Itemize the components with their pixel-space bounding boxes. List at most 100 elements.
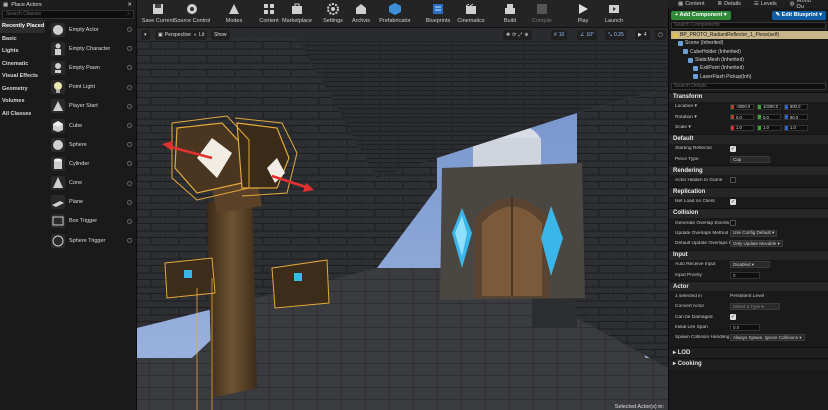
place-actors-tab[interactable]: ▦ Place Actors ✕: [0, 0, 136, 9]
update-method-dropdown[interactable]: Use Config Default ▾: [730, 229, 778, 237]
component-tree-item[interactable]: LaserFlash Pickup(Inh): [671, 72, 828, 80]
component-tree-item[interactable]: CubeHolder (Inherited): [671, 48, 828, 56]
rotation-snap-button[interactable]: ∠ 10°: [577, 30, 598, 40]
info-icon[interactable]: [127, 161, 132, 167]
rotation-x-field[interactable]: 0.0: [730, 114, 754, 121]
actor-item[interactable]: Cone: [47, 174, 135, 193]
actor-item[interactable]: Player Start: [47, 97, 135, 116]
source-control-button[interactable]: Source Control: [172, 1, 212, 27]
category-item[interactable]: Volumes: [0, 95, 45, 108]
input-section-header[interactable]: Input: [669, 249, 828, 260]
info-icon[interactable]: [127, 218, 132, 224]
tab-levels[interactable]: ☰ Levels: [754, 1, 777, 7]
component-tree-item[interactable]: BP_PROTO_RadiantReflector_1_Piece(self): [671, 31, 828, 40]
info-icon[interactable]: [127, 103, 132, 109]
auto-receive-dropdown[interactable]: Disabled ▾: [730, 261, 770, 269]
info-icon[interactable]: [127, 27, 132, 33]
actor-item[interactable]: Empty Pawn: [47, 58, 135, 77]
rotate-icon[interactable]: ⟳: [512, 32, 516, 38]
search-details-input[interactable]: Search Details: [671, 82, 826, 90]
info-icon[interactable]: [127, 199, 132, 205]
viewport-menu-button[interactable]: ▾: [141, 30, 150, 40]
launch-button[interactable]: Launch: [594, 1, 634, 27]
actor-item[interactable]: Cube: [47, 116, 135, 135]
transform-tools[interactable]: ✥ ⟳ ⤢ ⊕: [503, 30, 532, 40]
location-label[interactable]: Location ▾: [675, 104, 730, 109]
prefabricator-button[interactable]: Prefabricator: [373, 1, 417, 27]
life-span-field[interactable]: 0.0: [730, 323, 760, 331]
actor-item[interactable]: Empty Actor: [47, 20, 135, 39]
convert-actor-dropdown[interactable]: Select a Type ▾: [730, 303, 780, 311]
category-item[interactable]: Visual Effects: [0, 70, 45, 83]
scale-z-field[interactable]: 1.0: [784, 124, 808, 131]
actor-item[interactable]: Box Trigger: [47, 212, 135, 231]
rotation-label[interactable]: Rotation ▾: [675, 115, 730, 120]
can-be-damaged-checkbox[interactable]: ✓: [730, 314, 736, 321]
add-component-button[interactable]: + Add Component ▾: [671, 10, 731, 20]
piece-type-dropdown[interactable]: Cap: [730, 155, 770, 163]
edit-blueprint-button[interactable]: ✎ Edit Blueprint ▾: [771, 10, 826, 20]
grid-snap-button[interactable]: # 10: [551, 30, 568, 40]
actor-item[interactable]: Cylinder: [47, 154, 135, 173]
collision-section-header[interactable]: Collision: [669, 207, 828, 218]
cinematics-button[interactable]: Cinematics: [451, 1, 491, 27]
modes-button[interactable]: Modes: [214, 1, 254, 27]
marketplace-button[interactable]: Marketplace: [277, 1, 317, 27]
location-y-field[interactable]: 10290.0: [757, 103, 781, 110]
input-priority-field[interactable]: 0: [730, 271, 760, 279]
replication-section-header[interactable]: Replication: [669, 186, 828, 197]
rotation-z-field[interactable]: 90.0: [784, 114, 808, 121]
scale-icon[interactable]: ⤢: [518, 32, 522, 38]
actor-item[interactable]: Point Light: [47, 78, 135, 97]
rotation-y-field[interactable]: 0.0: [757, 114, 781, 121]
tab-content[interactable]: ▦ Content: [678, 1, 704, 7]
perspective-button[interactable]: ▣ Perspective: [155, 30, 194, 40]
hidden-in-game-checkbox[interactable]: [730, 177, 736, 184]
category-item[interactable]: Recently Placed: [0, 20, 45, 33]
scale-y-field[interactable]: 1.0: [757, 124, 781, 131]
compile-button[interactable]: Compile: [522, 1, 562, 27]
component-tree-item[interactable]: Scene (Inherited): [671, 39, 828, 47]
rendering-section-header[interactable]: Rendering: [669, 165, 828, 176]
info-icon[interactable]: [127, 46, 132, 52]
actor-item[interactable]: Sphere Trigger: [47, 231, 135, 250]
component-tree-item[interactable]: StaticMesh (Inherited): [671, 56, 828, 64]
transform-section-header[interactable]: Transform: [669, 91, 828, 102]
info-icon[interactable]: [127, 142, 132, 148]
actor-item[interactable]: Sphere: [47, 135, 135, 154]
category-item[interactable]: All Classes: [0, 108, 45, 121]
search-components-input[interactable]: Search Components: [671, 22, 826, 29]
scale-x-field[interactable]: 1.0: [730, 124, 754, 131]
category-item[interactable]: Lights: [0, 45, 45, 58]
lod-section-header[interactable]: ▸ LOD: [669, 346, 828, 358]
info-icon[interactable]: [127, 238, 132, 244]
info-icon[interactable]: [127, 123, 132, 129]
maximize-viewport-button[interactable]: ▢: [655, 30, 666, 40]
component-tree-item[interactable]: ExitPoint (Inherited): [671, 64, 828, 72]
actor-section-header[interactable]: Actor: [669, 281, 828, 292]
cooking-section-header[interactable]: ▸ Cooking: [669, 357, 828, 369]
scale-snap-button[interactable]: ⤡ 0.25: [605, 30, 627, 40]
lit-button[interactable]: ◐ Lit: [191, 30, 208, 40]
actor-item[interactable]: Empty Character: [47, 39, 135, 58]
world-icon[interactable]: ⊕: [524, 32, 528, 38]
close-icon[interactable]: ✕: [127, 2, 132, 8]
location-z-field[interactable]: 600.0: [784, 103, 808, 110]
default-update-dropdown[interactable]: Only Update Movable ▾: [730, 240, 783, 248]
info-icon[interactable]: [127, 65, 132, 71]
level-viewport[interactable]: ▾ ▣ Perspective ◐ Lit Show ✥ ⟳ ⤢ ⊕ # 10 …: [137, 28, 668, 410]
overlap-events-checkbox[interactable]: [730, 220, 736, 226]
starting-reflector-checkbox[interactable]: ✓: [730, 145, 736, 152]
search-classes-input[interactable]: Search Classes ⌕: [2, 10, 134, 19]
category-item[interactable]: Cinematic: [0, 58, 45, 71]
scale-label[interactable]: Scale ▾: [675, 125, 730, 130]
camera-speed-button[interactable]: ▶ 4: [635, 30, 650, 40]
actor-item[interactable]: Plane: [47, 193, 135, 212]
info-icon[interactable]: [127, 180, 132, 186]
translate-icon[interactable]: ✥: [506, 32, 510, 38]
location-x-field[interactable]: -3000.0: [730, 103, 754, 110]
category-item[interactable]: Geometry: [0, 83, 45, 96]
info-icon[interactable]: [127, 84, 132, 90]
spawn-handling-dropdown[interactable]: Always Spawn, Ignore Collisions ▾: [730, 334, 805, 342]
viewport-scene[interactable]: [137, 28, 668, 410]
